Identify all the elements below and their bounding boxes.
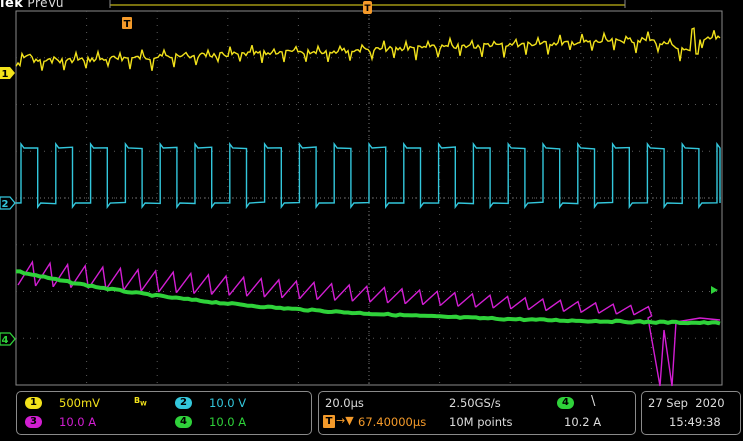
ch2-scale: 10.0 V (209, 396, 247, 410)
falling-edge-icon: \ (591, 394, 596, 409)
trigger-marker-glyph: T (364, 4, 371, 14)
record-length: 10M points (449, 415, 513, 429)
ch4-marker-label: 4 (2, 335, 9, 346)
trigger-point-glyph: T (124, 19, 131, 30)
brand-label: lek PreVu (0, 0, 64, 11)
status-bar: 1 500mV BW 2 10.0 V 3 10.0 A 4 10.0 A 20… (0, 388, 743, 441)
datetime-panel[interactable]: 27 Sep 2020 15:49:38 (641, 391, 741, 435)
ch3-scale: 10.0 A (59, 415, 97, 429)
trigger-point-marker[interactable]: T (122, 17, 132, 30)
ch2-badge[interactable]: 2 (175, 397, 192, 409)
trigger-level: 10.2 A (564, 415, 602, 429)
ch1-scale: 500mV (59, 396, 101, 410)
bandwidth-limit-icon: BW (134, 396, 147, 408)
acquisition-mode: PreVu (27, 0, 64, 10)
trigger-source-badge[interactable]: 4 (557, 397, 574, 409)
trigger-delay-arrow: →▼ (336, 414, 354, 427)
trigger-delay: 67.40000µs (358, 415, 427, 429)
ch2-marker-label: 2 (2, 199, 9, 210)
channel-settings-panel[interactable]: 1 500mV BW 2 10.0 V 3 10.0 A 4 10.0 A (16, 391, 312, 435)
ch3-badge[interactable]: 3 (25, 416, 42, 428)
ch1-ground-marker[interactable]: 1 (0, 67, 15, 80)
sample-rate: 2.50GS/s (449, 396, 501, 410)
brand-name: lek (0, 0, 24, 11)
trigger-delay-icon: T (323, 415, 335, 428)
date: 27 Sep 2020 (648, 396, 725, 410)
ch1-badge[interactable]: 1 (25, 397, 42, 409)
time: 15:49:38 (669, 415, 721, 429)
ch1-marker-label: 1 (2, 69, 9, 80)
timebase-trigger-panel[interactable]: 20.0µs 2.50GS/s 4 \ T →▼ 67.40000µs 10M … (318, 391, 636, 435)
ch4-ground-marker[interactable]: 4 (0, 332, 16, 346)
oscilloscope-screen: T T 1 2 4 (0, 0, 723, 387)
ch2-ground-marker[interactable]: 2 (0, 196, 16, 210)
ch4-scale: 10.0 A (209, 415, 247, 429)
trigger-position-top-marker[interactable]: T (363, 1, 372, 14)
ch4-badge[interactable]: 4 (175, 416, 192, 428)
horizontal-scale: 20.0µs (325, 396, 364, 410)
